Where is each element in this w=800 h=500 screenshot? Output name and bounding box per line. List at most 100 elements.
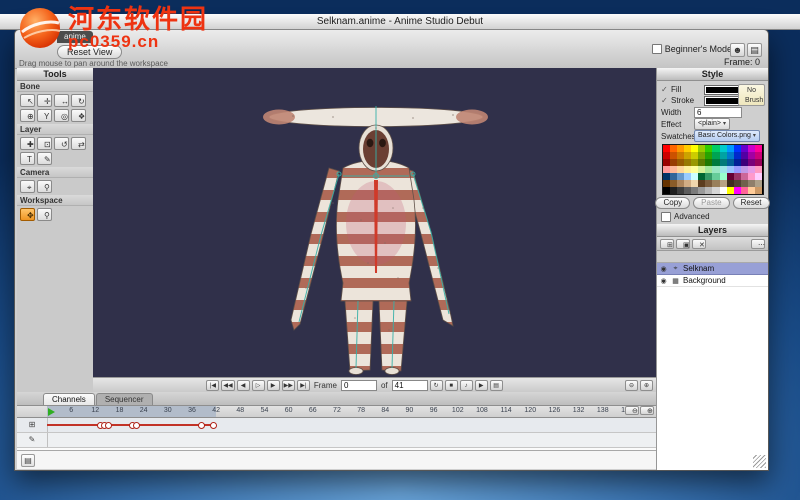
- palette-swatch[interactable]: [748, 187, 756, 194]
- palette-swatch[interactable]: [683, 145, 692, 152]
- palette-swatch[interactable]: [755, 180, 763, 187]
- keyframe-track[interactable]: [47, 418, 639, 432]
- rotate-layer-tool[interactable]: ↺: [54, 137, 69, 150]
- frame-input[interactable]: 0: [340, 380, 377, 391]
- reparent-bone-tool[interactable]: Y: [37, 109, 52, 122]
- timeline-zoom-in-icon[interactable]: ⊕: [640, 406, 654, 415]
- palette-swatch[interactable]: [705, 159, 713, 166]
- pan-workspace-tool[interactable]: ✥: [20, 208, 35, 221]
- palette-swatch[interactable]: [741, 187, 749, 194]
- keyframe-dot[interactable]: [104, 422, 112, 429]
- palette-swatch[interactable]: [719, 187, 727, 194]
- palette-swatch[interactable]: [755, 145, 763, 152]
- channel-row-empty[interactable]: ✎: [17, 433, 656, 448]
- canvas-zoom-in-icon[interactable]: ⊕: [640, 380, 653, 391]
- palette-swatch[interactable]: [712, 145, 720, 152]
- palette-swatch[interactable]: [741, 159, 749, 166]
- palette-swatch[interactable]: [676, 180, 684, 187]
- loop-button[interactable]: ↻: [429, 380, 443, 391]
- flip-layer-tool[interactable]: ⇄: [71, 137, 86, 150]
- palette-swatch[interactable]: [712, 173, 720, 180]
- palette-swatch[interactable]: [733, 166, 742, 173]
- bone-strength-tool[interactable]: ◎: [54, 109, 69, 122]
- canvas-zoom-out-icon[interactable]: ⊖: [625, 380, 638, 391]
- scale-layer-tool[interactable]: ⊡: [37, 137, 52, 150]
- palette-swatch[interactable]: [676, 166, 684, 173]
- palette-swatch[interactable]: [726, 159, 734, 166]
- palette-swatch[interactable]: [683, 159, 692, 166]
- beginners-mode-checkbox[interactable]: [651, 44, 662, 54]
- palette-swatch[interactable]: [755, 166, 763, 173]
- palette-swatch[interactable]: [726, 180, 734, 187]
- palette-swatch[interactable]: [712, 180, 720, 187]
- palette-swatch[interactable]: [712, 152, 720, 159]
- zoom-workspace-tool[interactable]: ⚲: [37, 208, 52, 221]
- palette-swatch[interactable]: [683, 187, 692, 194]
- palette-swatch[interactable]: [669, 166, 677, 173]
- playback-options-button[interactable]: ▤: [489, 380, 503, 391]
- palette-swatch[interactable]: [755, 159, 763, 166]
- reset-style-button[interactable]: Reset: [732, 197, 770, 209]
- palette-swatch[interactable]: [719, 159, 727, 166]
- layer-row-selknam[interactable]: ◉ ⌖ Selknam: [657, 263, 768, 275]
- next-keyframe-button[interactable]: ▶▶: [281, 380, 295, 391]
- palette-swatch[interactable]: [676, 159, 684, 166]
- palette-swatch[interactable]: [755, 187, 763, 194]
- palette-swatch[interactable]: [662, 180, 670, 187]
- stroke-checkbox[interactable]: ✓: [661, 96, 668, 105]
- total-frames-input[interactable]: 41: [391, 380, 428, 391]
- palette-swatch[interactable]: [748, 145, 756, 152]
- window-resize-grip[interactable]: [753, 455, 766, 468]
- palette-swatch[interactable]: [691, 173, 699, 180]
- layer-visibility-icon[interactable]: ◉: [659, 277, 668, 285]
- palette-swatch[interactable]: [748, 166, 756, 173]
- palette-swatch[interactable]: [719, 145, 727, 152]
- palette-swatch[interactable]: [726, 145, 734, 152]
- palette-swatch[interactable]: [698, 152, 706, 159]
- palette-swatch[interactable]: [669, 180, 677, 187]
- track-camera-tool[interactable]: ⌖: [20, 180, 35, 193]
- palette-swatch[interactable]: [691, 180, 699, 187]
- play-button[interactable]: ▷: [251, 380, 265, 391]
- palette-swatch[interactable]: [733, 173, 742, 180]
- palette-swatch[interactable]: [676, 173, 684, 180]
- palette-swatch[interactable]: [669, 187, 677, 194]
- palette-swatch[interactable]: [741, 180, 749, 187]
- layer-row-background[interactable]: ◉ ▦ Background: [657, 275, 768, 287]
- advanced-checkbox[interactable]: [661, 211, 671, 222]
- delete-layer-button[interactable]: ✕: [692, 238, 706, 249]
- palette-swatch[interactable]: [691, 152, 699, 159]
- palette-swatch[interactable]: [683, 173, 692, 180]
- palette-swatch[interactable]: [748, 152, 756, 159]
- scale-bone-tool[interactable]: ↔: [54, 94, 69, 107]
- palette-swatch[interactable]: [698, 173, 706, 180]
- manipulate-bones-tool[interactable]: ❖: [71, 109, 86, 122]
- palette-swatch[interactable]: [726, 187, 734, 194]
- palette-swatch[interactable]: [733, 187, 742, 194]
- step-forward-button[interactable]: ▶: [266, 380, 280, 391]
- tab-channels[interactable]: Channels: [43, 393, 95, 405]
- render-frame-button[interactable]: ▶: [474, 380, 488, 391]
- prev-keyframe-button[interactable]: ◀◀: [221, 380, 235, 391]
- rotate-bone-tool[interactable]: ↻: [71, 94, 86, 107]
- copy-style-button[interactable]: Copy: [655, 197, 691, 209]
- palette-swatch[interactable]: [691, 159, 699, 166]
- palette-swatch[interactable]: [683, 166, 692, 173]
- text-tool[interactable]: T: [20, 152, 35, 165]
- workspace-canvas[interactable]: [93, 68, 656, 377]
- palette-swatch[interactable]: [712, 187, 720, 194]
- playhead-marker[interactable]: [48, 408, 55, 416]
- palette-swatch[interactable]: [741, 145, 749, 152]
- palette-swatch[interactable]: [691, 166, 699, 173]
- palette-swatch[interactable]: [705, 166, 713, 173]
- layer-visibility-icon[interactable]: ◉: [659, 265, 668, 273]
- keyframe-dot[interactable]: [133, 422, 141, 429]
- paste-style-button[interactable]: Paste: [693, 197, 730, 209]
- palette-swatch[interactable]: [669, 145, 677, 152]
- new-layer-button[interactable]: ⊞: [660, 238, 674, 249]
- channel-row-bone[interactable]: ⊞: [17, 418, 656, 433]
- palette-swatch[interactable]: [755, 152, 763, 159]
- palette-swatch[interactable]: [669, 152, 677, 159]
- palette-swatch[interactable]: [698, 145, 706, 152]
- palette-swatch[interactable]: [741, 173, 749, 180]
